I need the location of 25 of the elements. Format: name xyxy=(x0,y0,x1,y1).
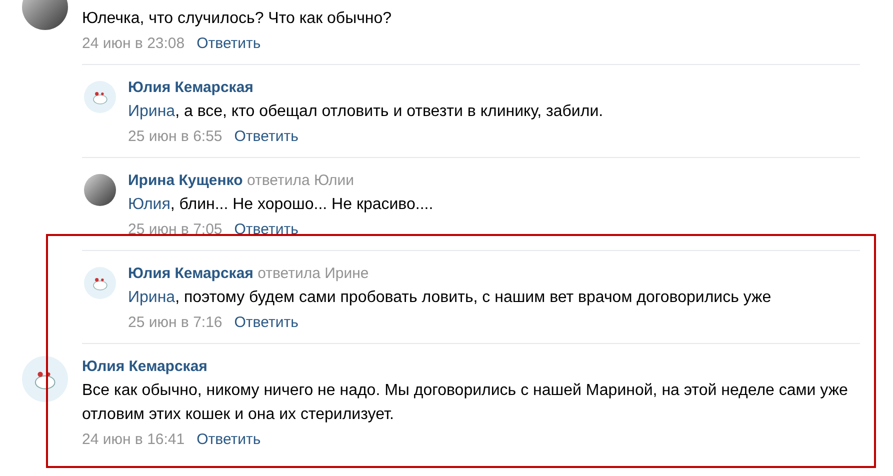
comment-text: Юлия, блин... Не хорошо... Не красиво.... xyxy=(128,195,434,215)
mention-link[interactable]: Ирина xyxy=(128,103,176,120)
photo-placeholder[interactable] xyxy=(84,174,116,206)
comment-date: 25 июн в 7:16 xyxy=(128,313,222,333)
comment-text: Ирина, а все, кто обещал отловить и отвезти в клинику, забили. xyxy=(128,102,604,122)
comment-date: 25 июн в 6:55 xyxy=(128,127,222,147)
author-name-link[interactable]: Юлия Кемарская xyxy=(128,79,254,96)
reply-link[interactable]: Ответить xyxy=(234,218,298,242)
reply-link[interactable]: Ответить xyxy=(196,428,261,452)
mention-link[interactable]: Юлия xyxy=(128,196,170,213)
author-name-link[interactable]: Ирина Кущенко xyxy=(128,172,243,189)
comment-date: 24 июн в 16:41 xyxy=(82,430,185,450)
comment-date: 25 июн в 7:05 xyxy=(128,220,222,240)
mention-link[interactable]: Ирина xyxy=(128,289,176,306)
reply-link[interactable]: Ответить xyxy=(196,32,261,56)
reply-link[interactable]: Ответить xyxy=(234,311,298,335)
author-name-link[interactable]: Юлия Кемарская xyxy=(82,358,208,375)
comment-text: Все как обычно, никому ничего не надо. Мы договорились с нашей Мариной, на этой неделе сами уже отловим этих кошек и она их стерилизует. xyxy=(82,381,849,425)
comment-text: Ирина, поэтому будем сами пробовать ловить, с нашим вет врачом договорились уже xyxy=(128,288,772,308)
comment-date: 24 июн в 23:08 xyxy=(82,34,185,54)
author-name-link[interactable]: Юлия Кемарская xyxy=(128,265,254,282)
reply-to-label: ответила Ирине xyxy=(258,265,369,282)
comment-text: Юлечка, что случилось? Что как обычно? xyxy=(82,9,393,29)
reply-link[interactable]: Ответить xyxy=(234,125,298,149)
reply-to-label: ответила Юлии xyxy=(246,172,354,189)
